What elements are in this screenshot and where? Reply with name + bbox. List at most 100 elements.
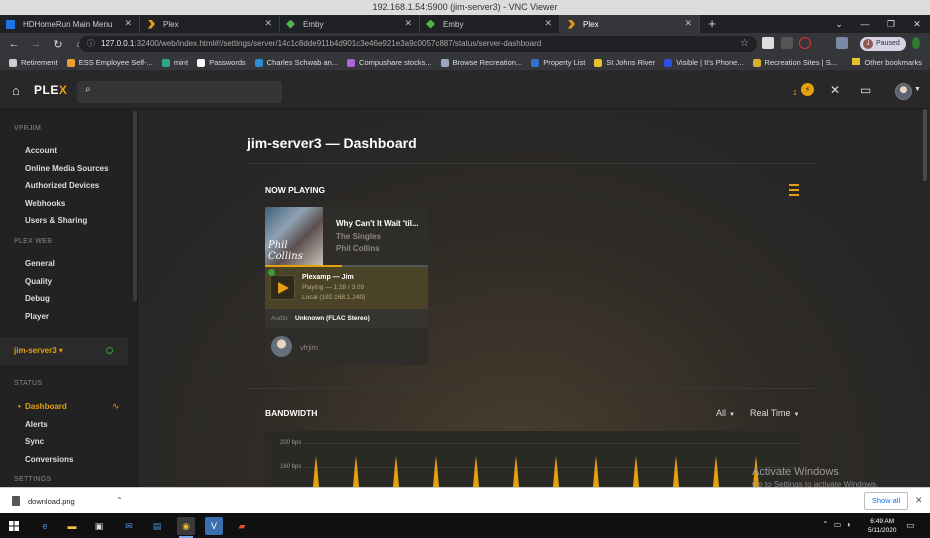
tab-favicon-icon [286, 19, 295, 29]
plex-logo[interactable]: PLEX [34, 83, 67, 97]
reload-icon[interactable]: ↻ [50, 38, 66, 51]
player-state: Playing — 1:28 / 3:09 [302, 284, 365, 291]
bookmark-item[interactable]: ESS Employee Self-... [66, 58, 153, 67]
sidebar-item-dashboard[interactable]: Dashboard [18, 402, 67, 411]
search-input[interactable]: ⌕ [77, 81, 282, 103]
settings-tools-icon[interactable]: ✕ [830, 83, 840, 97]
edge-icon[interactable]: e [36, 517, 54, 535]
audio-label: Audio [271, 315, 288, 322]
tab-label: Emby [303, 19, 324, 29]
bookmark-item[interactable]: Browse Recreation... [440, 58, 522, 67]
sidebar-item-authorized-devices[interactable]: Authorized Devices [25, 181, 99, 190]
windows-start-icon[interactable] [9, 521, 19, 531]
sidebar-item-online-media-sources[interactable]: Online Media Sources [25, 164, 109, 173]
store-icon[interactable]: ▣ [90, 517, 108, 535]
menu-icon[interactable] [912, 37, 920, 49]
sidebar-item-general[interactable]: General [25, 259, 55, 268]
browser-tab[interactable]: Plex ✕ [140, 15, 280, 33]
plexamp-icon [270, 275, 295, 300]
sidebar-item-account[interactable]: Account [25, 146, 57, 155]
address-bar[interactable]: ⓘ 127.0.0.1:32400/web/index.html#!/setti… [79, 36, 757, 52]
close-tab-icon[interactable]: ✕ [124, 18, 132, 29]
browser-tab[interactable]: Plex ✕ [560, 15, 700, 33]
forward-icon[interactable]: → [28, 38, 44, 50]
bookmark-item[interactable]: Property List [531, 58, 585, 67]
close-window-icon[interactable]: ✕ [904, 15, 930, 33]
sidebar-scrollbar[interactable] [133, 111, 137, 301]
server-name: jim-server3 ▾ [14, 346, 63, 355]
extension-icon[interactable] [762, 37, 774, 49]
album-art[interactable]: Phil Collins [265, 207, 323, 265]
browser-tab[interactable]: HDHomeRun Main Menu ✕ [0, 15, 140, 33]
extension-icon-2[interactable] [781, 37, 793, 49]
bookmark-item[interactable]: Compushare stocks... [347, 58, 432, 67]
close-download-icon[interactable]: ✕ [915, 495, 923, 506]
artist-name[interactable]: Phil Collins [336, 244, 380, 253]
sidebar-item-debug[interactable]: Debug [25, 294, 50, 303]
bookmark-item[interactable]: St Johns River [594, 58, 655, 67]
sidebar-item-users-sharing[interactable]: Users & Sharing [25, 216, 87, 225]
plex-home-icon[interactable]: ⌂ [12, 83, 20, 98]
main-scrollbar[interactable] [923, 109, 927, 181]
vnc-viewer-icon[interactable]: V [205, 517, 223, 535]
new-tab-button[interactable]: + [703, 15, 721, 33]
close-tab-icon[interactable]: ✕ [404, 18, 412, 29]
now-playing-card[interactable]: Phil Collins Why Can't It Wait 'til... T… [265, 207, 428, 365]
logo-x: X [58, 83, 68, 97]
profile-button[interactable]: J Paused [860, 37, 906, 51]
tab-label: Plex [583, 19, 599, 29]
chevron-down-icon[interactable]: ▼ [914, 86, 921, 93]
extension-blocked-icon[interactable] [799, 37, 811, 49]
extension-icon-3[interactable] [836, 37, 848, 49]
list-view-icon[interactable] [789, 184, 799, 196]
bookmark-item[interactable]: mint [161, 58, 188, 67]
track-title[interactable]: Why Can't It Wait 'til... [336, 219, 419, 228]
server-selector[interactable]: jim-server3 ▾ [0, 337, 128, 365]
bookmark-favicon-icon [531, 58, 540, 67]
bookmark-star-icon[interactable]: ☆ [740, 36, 749, 52]
bookmark-item[interactable]: Charles Schwab an... [254, 58, 338, 67]
plex-header: ⌂ PLEX ⌕ 1 ⚡ ✕ ▭ ▼ [0, 71, 930, 109]
photos-icon[interactable]: ▤ [148, 517, 166, 535]
show-all-button[interactable]: Show all [864, 492, 908, 510]
bookmark-label: Property List [543, 58, 586, 67]
bookmark-item[interactable]: Passwords [197, 58, 246, 67]
browser-tab[interactable]: Emby ✕ [280, 15, 420, 33]
sidebar-item-quality[interactable]: Quality [25, 277, 52, 286]
close-tab-icon[interactable]: ✕ [684, 18, 692, 29]
sidebar-item-player[interactable]: Player [25, 312, 49, 321]
close-tab-icon[interactable]: ✕ [264, 18, 272, 29]
bookmark-item[interactable]: Recreation Sites | S... [752, 58, 837, 67]
user-avatar[interactable] [895, 83, 912, 100]
chevron-up-icon[interactable]: ⌃ [116, 496, 123, 505]
cast-icon[interactable]: ▭ [860, 83, 871, 97]
sidebar-item-sync[interactable]: Sync [25, 437, 44, 446]
notifications-icon[interactable]: ▭ [906, 520, 915, 531]
app-icon[interactable]: ▰ [233, 517, 251, 535]
tab-search-icon[interactable]: ⌄ [826, 15, 852, 33]
back-icon[interactable]: ← [6, 38, 22, 50]
other-bookmarks[interactable]: Other bookmarks [852, 58, 922, 67]
bookmark-item[interactable]: Visible | It's Phone... [664, 58, 744, 67]
tab-favicon-icon [426, 19, 435, 29]
mail-icon[interactable]: ✉ [120, 517, 138, 535]
info-icon[interactable]: ⓘ [87, 36, 95, 52]
tab-favicon-icon [147, 19, 155, 29]
sidebar-item-alerts[interactable]: Alerts [25, 420, 48, 429]
browser-tab[interactable]: Emby ✕ [420, 15, 560, 33]
sidebar-item-webhooks[interactable]: Webhooks [25, 199, 65, 208]
file-explorer-icon[interactable]: ▬ [63, 517, 81, 535]
bookmark-item[interactable]: Retirement [9, 58, 58, 67]
sidebar-item-conversions[interactable]: Conversions [25, 455, 73, 464]
download-filename[interactable]: download.png [28, 497, 75, 506]
minimize-icon[interactable]: — [852, 15, 878, 33]
activity-icon[interactable]: ⚡ [801, 83, 814, 96]
restore-icon[interactable]: ❐ [878, 15, 904, 33]
filter-time-dropdown[interactable]: Real Time ▼ [750, 408, 799, 418]
taskbar-clock[interactable]: 6:49 AM 5/11/2020 [868, 517, 896, 535]
album-title[interactable]: The Singles [336, 232, 381, 241]
filter-all-dropdown[interactable]: All ▼ [716, 408, 735, 418]
system-tray-icons[interactable]: ⌃▭◖ [822, 520, 856, 529]
close-tab-icon[interactable]: ✕ [544, 18, 552, 29]
chrome-icon[interactable]: ◉ [177, 517, 195, 538]
